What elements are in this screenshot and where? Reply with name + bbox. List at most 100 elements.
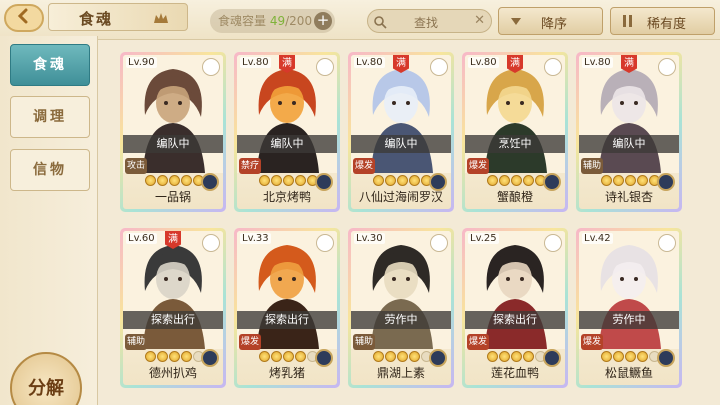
star-icon [295,175,306,186]
star-rating [487,175,546,187]
food-soul-card[interactable]: Lv.42 劳作中 爆发 松鼠鳜鱼 [576,228,682,388]
star-icon [157,351,168,362]
character-name: 德州扒鸡 [148,366,197,380]
chevron-left-icon [15,7,33,29]
role-badge: 爆发 [581,334,603,350]
level-label: Lv.80 [354,57,385,68]
status-badge: 探索出行 [237,311,337,329]
food-soul-card[interactable]: Lv.60 满 探索出行 辅助 德州扒鸡 [120,228,226,388]
level-label: Lv.42 [582,233,613,244]
star-icon [271,351,282,362]
character-name: 诗礼银杏 [604,190,653,204]
card-body: Lv.80 满 编队中 辅助 诗礼银杏 [579,55,679,209]
favorite-icon[interactable] [658,58,676,76]
food-soul-card[interactable]: Lv.25 探索出行 爆发 莲花血鸭 [462,228,568,388]
favorite-icon[interactable] [430,234,448,252]
star-icon [637,351,648,362]
character-name: 松鼠鳜鱼 [604,366,653,380]
star-icon [397,351,408,362]
status-badge: 编队中 [351,135,451,153]
favorite-icon[interactable] [316,234,334,252]
star-rating [259,351,318,363]
status-badge: 探索出行 [465,311,565,329]
role-badge: 爆发 [353,158,375,174]
status-badge: 劳作中 [351,311,451,329]
role-badge: 爆发 [239,334,261,350]
star-icon [373,175,384,186]
back-button[interactable] [4,4,44,32]
star-icon [169,175,180,186]
level-label: Lv.33 [240,233,271,244]
star-icon [487,351,498,362]
card-body: Lv.42 劳作中 爆发 松鼠鳜鱼 [579,231,679,385]
tab-food-souls[interactable]: 食魂 [10,44,90,86]
clear-search-icon[interactable]: ✕ [474,13,485,28]
level-label: Lv.80 [468,57,499,68]
star-icon [373,351,384,362]
card-body: Lv.30 劳作中 辅助 鼎湖上素 [351,231,451,385]
favorite-icon[interactable] [316,58,334,76]
favorite-icon[interactable] [544,58,562,76]
level-label: Lv.25 [468,233,499,244]
star-icon [499,351,510,362]
star-rating [601,351,660,363]
star-rating [487,351,546,363]
food-soul-card[interactable]: Lv.80 满 烹饪中 爆发 蟹酿橙 [462,52,568,212]
chevron-down-icon [509,14,523,32]
search-icon [373,14,387,33]
rarity-filter-button[interactable]: 稀有度 [610,7,715,35]
star-icon [181,351,192,362]
food-soul-card[interactable]: Lv.80 满 编队中 禁疗 北京烤鸭 [234,52,340,212]
status-badge: 烹饪中 [465,135,565,153]
star-icon [283,351,294,362]
character-name: 一品锅 [154,190,191,204]
card-body: Lv.80 满 编队中 爆发 八仙过海闹罗汉 [351,55,451,209]
role-badge: 辅助 [581,158,603,174]
food-soul-card[interactable]: Lv.33 探索出行 爆发 烤乳猪 [234,228,340,388]
character-name: 烤乳猪 [268,366,305,380]
star-icon [523,175,534,186]
star-icon [271,175,282,186]
star-icon [157,175,168,186]
star-icon [259,351,270,362]
level-label: Lv.90 [126,57,157,68]
title-plate: 食魂 [48,3,188,31]
star-icon [613,175,624,186]
favorite-icon[interactable] [658,234,676,252]
food-soul-card[interactable]: Lv.80 满 编队中 辅助 诗礼银杏 [576,52,682,212]
favorite-icon[interactable] [430,58,448,76]
role-badge: 爆发 [467,334,489,350]
favorite-icon[interactable] [544,234,562,252]
star-icon [283,175,294,186]
tab-tokens[interactable]: 信物 [10,149,90,191]
food-soul-card[interactable]: Lv.80 满 编队中 爆发 八仙过海闹罗汉 [348,52,454,212]
favorite-icon[interactable] [202,234,220,252]
search-input[interactable]: 查找 ✕ [367,9,492,33]
crown-ornament-icon [153,10,169,29]
favorite-icon[interactable] [202,58,220,76]
star-icon [613,351,624,362]
tab-cooking[interactable]: 调理 [10,96,90,138]
capacity-current: 49 [269,14,286,28]
sidebar: 食魂 调理 信物 分解 [0,36,98,405]
star-icon [637,175,648,186]
star-icon [145,351,156,362]
level-label: Lv.30 [354,233,385,244]
capacity-add-button[interactable]: + [314,12,332,30]
star-icon [295,351,306,362]
capacity-label: 食魂容量 [218,14,267,28]
card-body: Lv.90 编队中 攻击 一品锅 [123,55,223,209]
role-badge: 辅助 [353,334,375,350]
star-rating [145,351,204,363]
star-rating [373,351,432,363]
star-icon [487,175,498,186]
card-grid: Lv.90 编队中 攻击 一品锅 Lv.80 满 编队中 禁疗 北京烤鸭 Lv.… [98,40,720,405]
sort-order-button[interactable]: 降序 [498,7,603,35]
food-soul-card[interactable]: Lv.90 编队中 攻击 一品锅 [120,52,226,212]
star-icon [511,351,522,362]
character-name: 鼎湖上素 [376,366,425,380]
character-name: 莲花血鸭 [490,366,539,380]
decompose-button[interactable]: 分解 [10,352,82,405]
food-soul-card[interactable]: Lv.30 劳作中 辅助 鼎湖上素 [348,228,454,388]
level-label: Lv.60 [126,233,157,244]
